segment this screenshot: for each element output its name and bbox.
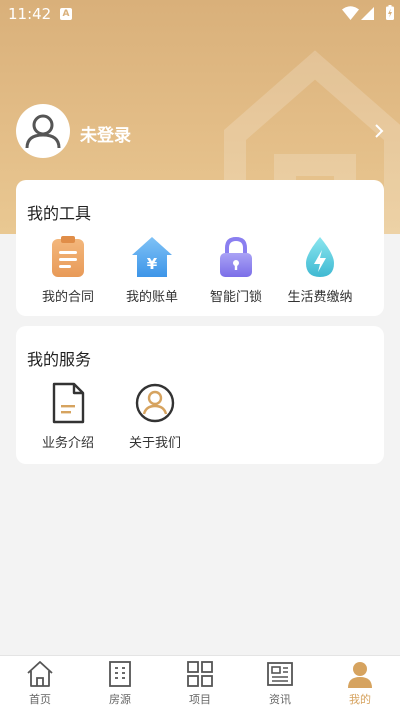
document-icon [52, 382, 85, 424]
profile-icon [348, 662, 372, 688]
my-services-card: 我的服务 业务介绍 关于我们 [16, 326, 384, 464]
tool-label: 我的账单 [125, 290, 178, 305]
tab-news[interactable]: 资讯 [240, 656, 320, 711]
about-us-icon [135, 383, 175, 423]
status-time: 11:42 [8, 5, 52, 23]
tab-label: 资讯 [269, 693, 291, 706]
notification-badge: A [60, 8, 72, 20]
home-icon [27, 661, 53, 687]
lock-icon [220, 236, 252, 277]
tab-mine[interactable]: 我的 [320, 656, 400, 711]
tool-label: 我的合同 [41, 290, 94, 305]
tool-label: 生活费缴纳 [287, 290, 353, 305]
wifi-icon [342, 6, 359, 20]
tab-label: 项目 [189, 693, 211, 706]
service-item-about-us[interactable]: 关于我们 [113, 381, 197, 451]
chevron-right-icon[interactable] [374, 123, 384, 139]
service-label: 业务介绍 [41, 436, 94, 451]
tab-label: 房源 [109, 693, 131, 706]
default-avatar-icon [25, 114, 61, 149]
tab-home[interactable]: 首页 [0, 656, 80, 711]
service-label: 关于我们 [128, 436, 181, 451]
my-tools-title: 我的工具 [27, 204, 92, 223]
tool-label: 智能门锁 [209, 290, 262, 305]
battery-charging-icon [386, 5, 394, 20]
avatar[interactable] [16, 104, 70, 158]
bottom-tab-bar: 首页 房源 项目 资讯 我的 [0, 655, 400, 711]
grid-icon [187, 661, 213, 687]
tool-item-contract[interactable]: 我的合同 [26, 235, 110, 305]
tab-projects[interactable]: 项目 [160, 656, 240, 711]
login-status-text[interactable]: 未登录 [80, 121, 131, 146]
status-bar: 11:42 A [0, 0, 400, 28]
news-icon [267, 662, 293, 686]
tool-item-bill[interactable]: ¥ 我的账单 [110, 235, 194, 305]
tool-item-utility-payment[interactable]: 生活费缴纳 [278, 235, 362, 305]
tab-label: 首页 [29, 693, 51, 706]
tool-item-smart-lock[interactable]: 智能门锁 [194, 235, 278, 305]
tab-label: 我的 [349, 693, 371, 706]
utility-payment-icon [306, 237, 334, 277]
service-item-business-intro[interactable]: 业务介绍 [26, 381, 110, 451]
building-icon [109, 661, 131, 687]
signal-icon [361, 7, 374, 20]
tab-listings[interactable]: 房源 [80, 656, 160, 711]
my-services-title: 我的服务 [27, 350, 92, 369]
profile-login-row[interactable]: 未登录 [16, 104, 386, 160]
svg-text:¥: ¥ [147, 255, 158, 273]
contract-icon [52, 236, 84, 277]
my-tools-card: 我的工具 我的合同 ¥ 我的账单 智能门锁 生活费缴纳 [16, 180, 384, 316]
bill-icon: ¥ [132, 237, 172, 277]
